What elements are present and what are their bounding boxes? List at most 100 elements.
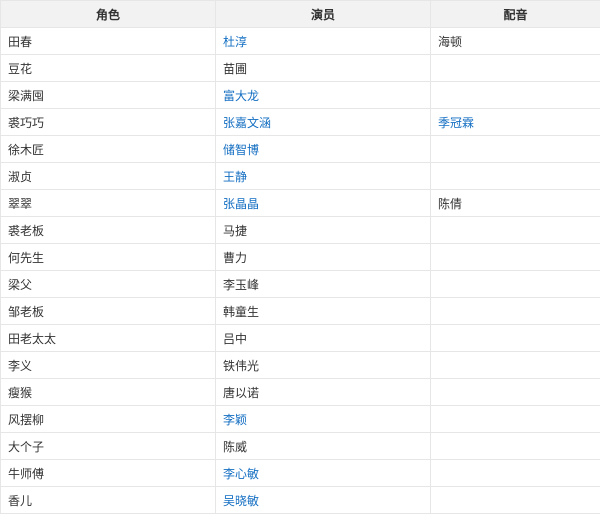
dub-cell xyxy=(430,351,600,379)
role-cell: 裘老板 xyxy=(0,216,216,244)
table-row: 翠翠 张晶晶 陈倩 xyxy=(0,189,600,217)
table-row: 徐木匠 储智博 xyxy=(0,135,600,163)
actor-link[interactable]: 杜淳 xyxy=(223,35,247,49)
dub-cell: 陈倩 xyxy=(430,189,600,217)
actor-link[interactable]: 李颖 xyxy=(223,413,247,427)
role-name: 风摆柳 xyxy=(8,412,45,427)
dub-cell: 季冠霖 xyxy=(430,108,600,136)
role-cell: 何先生 xyxy=(0,243,216,271)
actor-cell: 陈威 xyxy=(215,432,431,460)
role-name: 翠翠 xyxy=(8,196,33,211)
table-row: 大个子 陈威 xyxy=(0,432,600,460)
actor-cell: 苗圃 xyxy=(215,54,431,82)
header-dub: 配音 xyxy=(430,0,600,28)
dub-cell xyxy=(430,162,600,190)
table-row: 田春 杜淳 海顿 xyxy=(0,27,600,55)
dub-cell xyxy=(430,324,600,352)
dub-cell xyxy=(430,81,600,109)
cast-table-body: 田春 杜淳 海顿豆花 苗圃梁满囤 富大龙裘巧巧 张嘉文涵 季冠霖徐木匠 储智博淑贞 王静翠翠 张晶… xyxy=(0,27,600,514)
dub-cell xyxy=(430,54,600,82)
table-row: 梁父 李玉峰 xyxy=(0,270,600,298)
table-row: 风摆柳 李颖 xyxy=(0,405,600,433)
actor-name: 苗圃 xyxy=(223,61,248,76)
actor-name: 铁伟光 xyxy=(223,358,260,373)
role-cell: 翠翠 xyxy=(0,189,216,217)
dub-actor-name: 陈倩 xyxy=(438,196,463,211)
actor-link[interactable]: 张嘉文涵 xyxy=(223,116,271,130)
actor-cell: 吕中 xyxy=(215,324,431,352)
actor-cell: 富大龙 xyxy=(215,81,431,109)
role-cell: 邹老板 xyxy=(0,297,216,325)
dub-actor-link[interactable]: 季冠霖 xyxy=(438,116,474,130)
header-role: 角色 xyxy=(0,0,216,28)
table-row: 何先生 曹力 xyxy=(0,243,600,271)
table-row: 豆花 苗圃 xyxy=(0,54,600,82)
dub-cell xyxy=(430,432,600,460)
role-cell: 田老太太 xyxy=(0,324,216,352)
table-row: 瘦猴 唐以诺 xyxy=(0,378,600,406)
role-cell: 徐木匠 xyxy=(0,135,216,163)
dub-cell xyxy=(430,405,600,433)
actor-link[interactable]: 储智博 xyxy=(223,143,259,157)
actor-link[interactable]: 李心敏 xyxy=(223,467,259,481)
table-row: 淑贞 王静 xyxy=(0,162,600,190)
actor-link[interactable]: 张晶晶 xyxy=(223,197,259,211)
table-row: 田老太太 吕中 xyxy=(0,324,600,352)
actor-cell: 韩童生 xyxy=(215,297,431,325)
role-name: 邹老板 xyxy=(8,304,45,319)
header-row: 角色 演员 配音 xyxy=(0,0,600,28)
actor-cell: 曹力 xyxy=(215,243,431,271)
table-row: 香儿 吴晓敏 xyxy=(0,486,600,514)
table-row: 牛师傅 李心敏 xyxy=(0,459,600,487)
role-cell: 梁满囤 xyxy=(0,81,216,109)
table-row: 李义 铁伟光 xyxy=(0,351,600,379)
role-name: 瘦猴 xyxy=(8,385,33,400)
actor-cell: 李心敏 xyxy=(215,459,431,487)
dub-cell xyxy=(430,459,600,487)
role-cell: 风摆柳 xyxy=(0,405,216,433)
role-cell: 李义 xyxy=(0,351,216,379)
role-name: 豆花 xyxy=(8,61,33,76)
role-cell: 裘巧巧 xyxy=(0,108,216,136)
role-name: 淑贞 xyxy=(8,169,33,184)
actor-name: 曹力 xyxy=(223,250,248,265)
actor-name: 陈威 xyxy=(223,439,248,454)
role-cell: 梁父 xyxy=(0,270,216,298)
dub-cell xyxy=(430,216,600,244)
actor-cell: 储智博 xyxy=(215,135,431,163)
actor-cell: 杜淳 xyxy=(215,27,431,55)
actor-name: 吕中 xyxy=(223,331,248,346)
actor-name: 李玉峰 xyxy=(223,277,260,292)
role-cell: 瘦猴 xyxy=(0,378,216,406)
actor-link[interactable]: 王静 xyxy=(223,170,247,184)
table-row: 梁满囤 富大龙 xyxy=(0,81,600,109)
role-name: 梁满囤 xyxy=(8,88,45,103)
role-name: 香儿 xyxy=(8,493,33,508)
role-cell: 田春 xyxy=(0,27,216,55)
dub-cell xyxy=(430,243,600,271)
dub-cell xyxy=(430,378,600,406)
dub-cell xyxy=(430,135,600,163)
actor-cell: 王静 xyxy=(215,162,431,190)
actor-cell: 马捷 xyxy=(215,216,431,244)
actor-link[interactable]: 吴晓敏 xyxy=(223,494,259,508)
actor-cell: 唐以诺 xyxy=(215,378,431,406)
header-actor: 演员 xyxy=(215,0,431,28)
actor-name: 韩童生 xyxy=(223,304,260,319)
actor-name: 马捷 xyxy=(223,223,248,238)
dub-cell xyxy=(430,297,600,325)
dub-cell xyxy=(430,486,600,514)
role-name: 牛师傅 xyxy=(8,466,45,481)
role-name: 田老太太 xyxy=(8,331,57,346)
cast-table: 角色 演员 配音 田春 杜淳 海顿豆花 苗圃梁满囤 富大龙裘巧巧 张嘉文涵 季冠霖徐木匠 储智… xyxy=(0,0,600,514)
role-cell: 豆花 xyxy=(0,54,216,82)
actor-cell: 李颖 xyxy=(215,405,431,433)
role-cell: 牛师傅 xyxy=(0,459,216,487)
actor-cell: 吴晓敏 xyxy=(215,486,431,514)
table-row: 裘巧巧 张嘉文涵 季冠霖 xyxy=(0,108,600,136)
role-name: 裘巧巧 xyxy=(8,115,45,130)
role-cell: 淑贞 xyxy=(0,162,216,190)
role-name: 大个子 xyxy=(8,439,45,454)
actor-link[interactable]: 富大龙 xyxy=(223,89,259,103)
dub-cell: 海顿 xyxy=(430,27,600,55)
